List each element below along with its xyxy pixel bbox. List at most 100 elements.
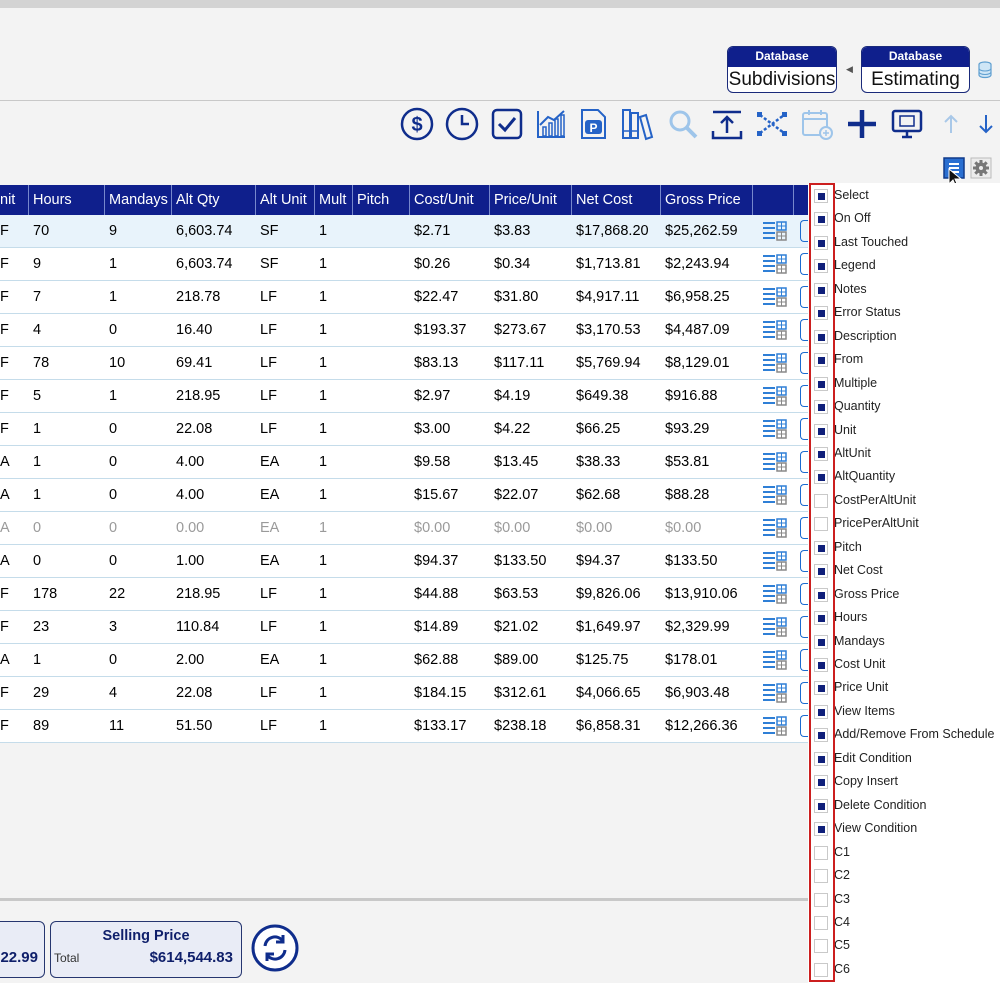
table-row[interactable]: F 29 4 22.08 LF 1 $184.15 $312.61 $4,066.65 $6,90… xyxy=(0,677,810,710)
column-option[interactable]: Select xyxy=(814,185,1000,208)
refresh-icon[interactable] xyxy=(250,922,300,974)
column-option[interactable]: Add/Remove From Schedule xyxy=(814,724,1000,747)
view-items-icon[interactable] xyxy=(762,682,788,709)
table-row[interactable]: F 89 11 51.50 LF 1 $133.17 $238.18 $6,858.31 $12,… xyxy=(0,710,810,743)
export-icon[interactable] xyxy=(709,105,745,143)
column-option[interactable]: Description xyxy=(814,326,1000,349)
view-items-icon[interactable] xyxy=(762,286,788,313)
view-items-icon[interactable] xyxy=(762,253,788,280)
shuffle-icon[interactable] xyxy=(754,105,790,143)
column-option[interactable]: Net Cost xyxy=(814,560,1000,583)
database-subdivisions-button[interactable]: Database Subdivisions xyxy=(727,46,837,93)
view-items-icon[interactable] xyxy=(762,319,788,346)
column-option[interactable]: Legend xyxy=(814,255,1000,278)
cell-net-cost: $3,170.53 xyxy=(576,322,641,338)
column-option[interactable]: Hours xyxy=(814,607,1000,630)
col-header-mandays[interactable]: Mandays xyxy=(104,185,172,215)
cell-alt-unit: LF xyxy=(260,355,277,371)
column-option[interactable]: On Off xyxy=(814,208,1000,231)
column-option[interactable]: C2 xyxy=(814,865,1000,888)
table-row[interactable]: A 1 0 2.00 EA 1 $62.88 $89.00 $125.75 $178.01 xyxy=(0,644,810,677)
cell-hours: 78 xyxy=(33,355,50,371)
column-option[interactable]: C1 xyxy=(814,842,1000,865)
column-option[interactable]: Multiple xyxy=(814,373,1000,396)
calendar-add-icon[interactable] xyxy=(799,105,835,143)
column-option[interactable]: Pitch xyxy=(814,537,1000,560)
column-option[interactable]: PricePerAltUnit xyxy=(814,513,1000,536)
col-header-unit[interactable]: nit xyxy=(0,185,29,215)
view-items-icon[interactable] xyxy=(762,715,788,742)
col-header-gross-price[interactable]: Gross Price xyxy=(660,185,753,215)
view-items-icon[interactable] xyxy=(762,550,788,577)
view-items-icon[interactable] xyxy=(762,451,788,478)
table-row[interactable]: F 4 0 16.40 LF 1 $193.37 $273.67 $3,170.53 $4,487… xyxy=(0,314,810,347)
column-option[interactable]: C5 xyxy=(814,935,1000,958)
column-option[interactable]: C4 xyxy=(814,912,1000,935)
column-option[interactable]: Error Status xyxy=(814,302,1000,325)
column-option[interactable]: CostPerAltUnit xyxy=(814,490,1000,513)
monitor-icon[interactable] xyxy=(889,105,925,143)
col-header-alt-qty[interactable]: Alt Qty xyxy=(171,185,256,215)
col-header-alt-unit[interactable]: Alt Unit xyxy=(255,185,315,215)
column-option[interactable]: Quantity xyxy=(814,396,1000,419)
clock-icon[interactable] xyxy=(444,105,480,143)
column-option[interactable]: AltUnit xyxy=(814,443,1000,466)
column-option[interactable]: Unit xyxy=(814,420,1000,443)
table-row[interactable]: F 1 0 22.08 LF 1 $3.00 $4.22 $66.25 $93.29 xyxy=(0,413,810,446)
table-row[interactable]: A 1 0 4.00 EA 1 $9.58 $13.45 $38.33 $53.81 xyxy=(0,446,810,479)
checkbox-icon[interactable] xyxy=(489,105,525,143)
table-row[interactable]: F 9 1 6,603.74 SF 1 $0.26 $0.34 $1,713.81 $2,243.… xyxy=(0,248,810,281)
col-header-hours[interactable]: Hours xyxy=(28,185,105,215)
chart-icon[interactable] xyxy=(533,105,569,143)
table-row[interactable]: F 5 1 218.95 LF 1 $2.97 $4.19 $649.38 $916.88 xyxy=(0,380,810,413)
table-row[interactable]: A 0 0 0.00 EA 1 $0.00 $0.00 $0.00 $0.00 xyxy=(0,512,810,545)
column-option[interactable]: Last Touched xyxy=(814,232,1000,255)
dollar-icon[interactable]: $ xyxy=(399,105,435,143)
add-icon[interactable] xyxy=(844,105,880,143)
column-option[interactable]: Delete Condition xyxy=(814,795,1000,818)
view-items-icon[interactable] xyxy=(762,649,788,676)
column-option[interactable]: Mandays xyxy=(814,631,1000,654)
table-row[interactable]: A 0 0 1.00 EA 1 $94.37 $133.50 $94.37 $133.50 xyxy=(0,545,810,578)
col-header-net-cost[interactable]: Net Cost xyxy=(571,185,661,215)
view-items-icon[interactable] xyxy=(762,583,788,610)
column-option[interactable]: From xyxy=(814,349,1000,372)
cell-alt-qty: 69.41 xyxy=(176,355,213,371)
view-items-icon[interactable] xyxy=(762,418,788,445)
column-option[interactable]: Edit Condition xyxy=(814,748,1000,771)
column-option[interactable]: View Condition xyxy=(814,818,1000,841)
column-option[interactable]: AltQuantity xyxy=(814,466,1000,489)
col-header-price-unit[interactable]: Price/Unit xyxy=(489,185,572,215)
view-items-icon[interactable] xyxy=(762,220,788,247)
column-option[interactable]: Gross Price xyxy=(814,584,1000,607)
col-header-mult[interactable]: Mult xyxy=(314,185,353,215)
view-items-icon[interactable] xyxy=(762,484,788,511)
arrow-up-icon[interactable] xyxy=(933,105,969,143)
gear-icon[interactable] xyxy=(970,156,992,180)
database-estimating-button[interactable]: Database Estimating xyxy=(861,46,970,93)
table-row[interactable]: F 78 10 69.41 LF 1 $83.13 $117.11 $5,769.94 $8,12… xyxy=(0,347,810,380)
view-items-icon[interactable] xyxy=(762,352,788,379)
table-row[interactable]: F 7 1 218.78 LF 1 $22.47 $31.80 $4,917.11 $6,958.… xyxy=(0,281,810,314)
table-row[interactable]: F 178 22 218.95 LF 1 $44.88 $63.53 $9,826.06 $13,… xyxy=(0,578,810,611)
column-option[interactable]: Notes xyxy=(814,279,1000,302)
table-row[interactable]: A 1 0 4.00 EA 1 $15.67 $22.07 $62.68 $88.28 xyxy=(0,479,810,512)
column-option[interactable]: Copy Insert xyxy=(814,771,1000,794)
column-option[interactable]: Cost Unit xyxy=(814,654,1000,677)
pdf-icon[interactable]: P xyxy=(575,105,611,143)
view-items-icon[interactable] xyxy=(762,385,788,412)
col-header-pitch[interactable]: Pitch xyxy=(352,185,410,215)
col-header-cost-unit[interactable]: Cost/Unit xyxy=(409,185,490,215)
column-option[interactable]: C6 xyxy=(814,959,1000,982)
books-icon[interactable] xyxy=(619,105,655,143)
database-icon[interactable] xyxy=(977,61,993,79)
column-option[interactable]: Price Unit xyxy=(814,677,1000,700)
arrow-down-icon[interactable] xyxy=(968,105,1000,143)
view-items-icon[interactable] xyxy=(762,517,788,544)
column-option[interactable]: C3 xyxy=(814,889,1000,912)
column-option[interactable]: View Items xyxy=(814,701,1000,724)
view-items-icon[interactable] xyxy=(762,616,788,643)
search-icon[interactable] xyxy=(665,105,701,143)
table-row[interactable]: F 70 9 6,603.74 SF 1 $2.71 $3.83 $17,868.20 $25,2… xyxy=(0,215,810,248)
table-row[interactable]: F 23 3 110.84 LF 1 $14.89 $21.02 $1,649.97 $2,329… xyxy=(0,611,810,644)
